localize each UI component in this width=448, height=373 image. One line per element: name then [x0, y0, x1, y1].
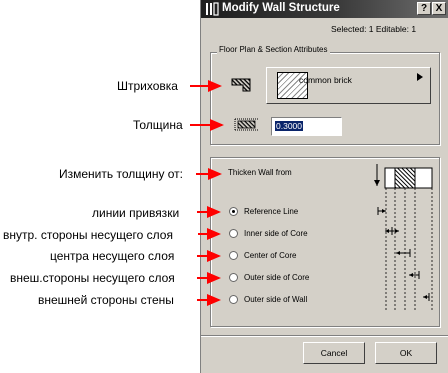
annotation-arrows	[190, 80, 224, 306]
